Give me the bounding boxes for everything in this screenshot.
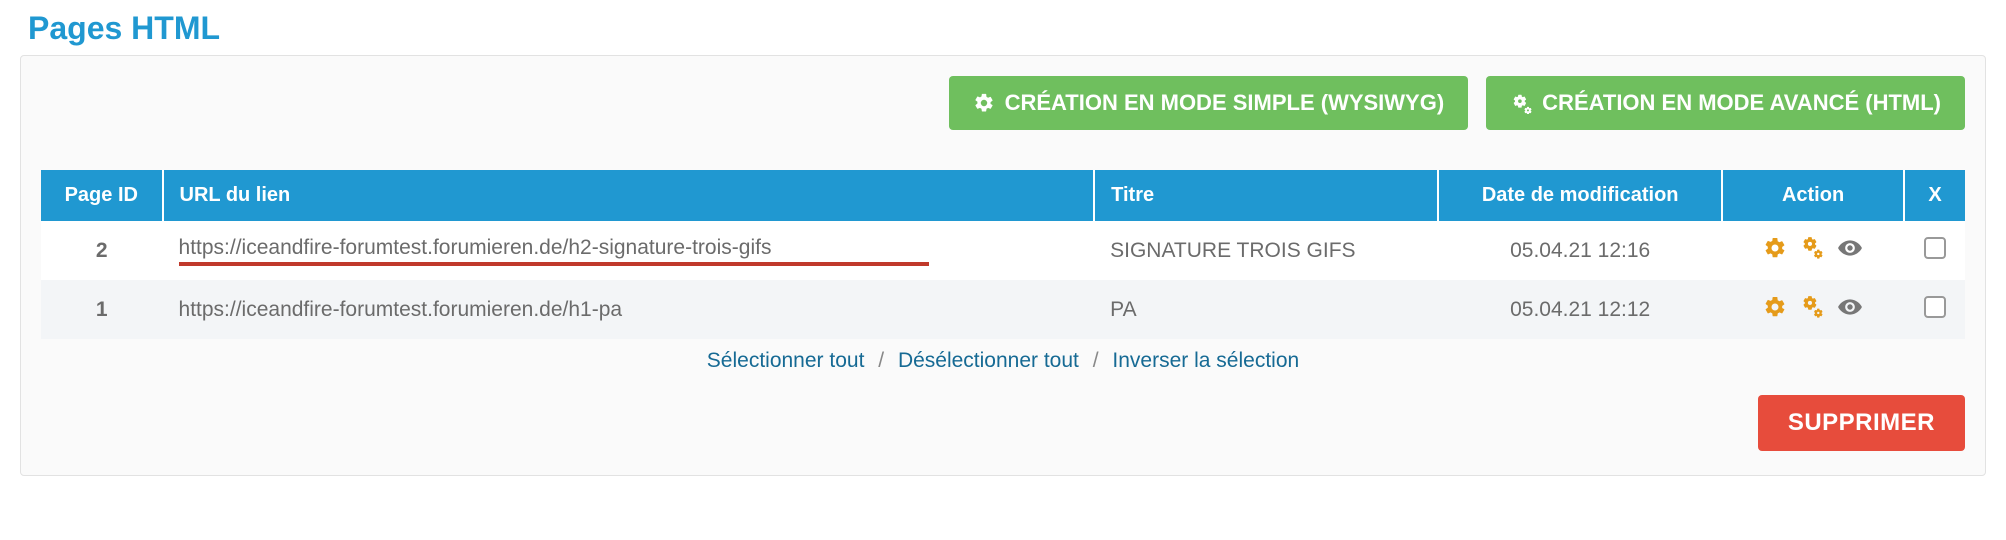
row-title: SIGNATURE TROIS GIFS — [1094, 221, 1438, 280]
row-url-cell: https://iceandfire-forumtest.forumieren.… — [163, 280, 1095, 339]
row-checkbox-cell — [1904, 221, 1965, 280]
row-actions — [1722, 280, 1904, 339]
header-x: X — [1904, 170, 1965, 221]
row-checkbox-cell — [1904, 280, 1965, 339]
edit-icon[interactable] — [1763, 236, 1787, 260]
gears-icon[interactable] — [1799, 235, 1825, 261]
eye-icon[interactable] — [1837, 235, 1863, 261]
header-modified: Date de modification — [1438, 170, 1722, 221]
separator: / — [1093, 349, 1099, 372]
row-url[interactable]: https://iceandfire-forumtest.forumieren.… — [179, 298, 1079, 322]
row-url[interactable]: https://iceandfire-forumtest.forumieren.… — [179, 236, 1079, 260]
separator: / — [878, 349, 884, 372]
row-id: 2 — [41, 221, 163, 280]
deselect-all-link[interactable]: Désélectionner tout — [898, 349, 1079, 372]
row-id: 1 — [41, 280, 163, 339]
header-action: Action — [1722, 170, 1904, 221]
table-row: 2 https://iceandfire-forumtest.forumiere… — [41, 221, 1965, 280]
delete-button[interactable]: SUPPRIMER — [1758, 395, 1965, 451]
header-url: URL du lien — [163, 170, 1095, 221]
page-title: Pages HTML — [28, 10, 2006, 47]
button-row: CRÉATION EN MODE SIMPLE (WYSIWYG) CRÉATI… — [41, 76, 1965, 130]
panel: CRÉATION EN MODE SIMPLE (WYSIWYG) CRÉATI… — [20, 55, 1986, 476]
delete-label: SUPPRIMER — [1788, 409, 1935, 437]
create-simple-button[interactable]: CRÉATION EN MODE SIMPLE (WYSIWYG) — [949, 76, 1469, 130]
select-all-link[interactable]: Sélectionner tout — [707, 349, 865, 372]
header-title: Titre — [1094, 170, 1438, 221]
gears-icon[interactable] — [1799, 294, 1825, 320]
create-advanced-button[interactable]: CRÉATION EN MODE AVANCÉ (HTML) — [1486, 76, 1965, 130]
row-title: PA — [1094, 280, 1438, 339]
row-checkbox[interactable] — [1924, 237, 1946, 259]
url-highlight — [179, 262, 929, 266]
create-advanced-label: CRÉATION EN MODE AVANCÉ (HTML) — [1542, 90, 1941, 116]
gears-icon — [1510, 92, 1532, 114]
selection-links: Sélectionner tout / Désélectionner tout … — [41, 349, 1965, 373]
row-modified: 05.04.21 12:12 — [1438, 280, 1722, 339]
gear-icon — [973, 92, 995, 114]
pages-table: Page ID URL du lien Titre Date de modifi… — [41, 170, 1965, 339]
row-modified: 05.04.21 12:16 — [1438, 221, 1722, 280]
create-simple-label: CRÉATION EN MODE SIMPLE (WYSIWYG) — [1005, 90, 1445, 116]
eye-icon[interactable] — [1837, 294, 1863, 320]
row-url-cell: https://iceandfire-forumtest.forumieren.… — [163, 221, 1095, 280]
header-page-id: Page ID — [41, 170, 163, 221]
delete-row: SUPPRIMER — [41, 395, 1965, 451]
invert-selection-link[interactable]: Inverser la sélection — [1112, 349, 1299, 372]
row-actions — [1722, 221, 1904, 280]
edit-icon[interactable] — [1763, 295, 1787, 319]
table-row: 1 https://iceandfire-forumtest.forumiere… — [41, 280, 1965, 339]
row-checkbox[interactable] — [1924, 296, 1946, 318]
